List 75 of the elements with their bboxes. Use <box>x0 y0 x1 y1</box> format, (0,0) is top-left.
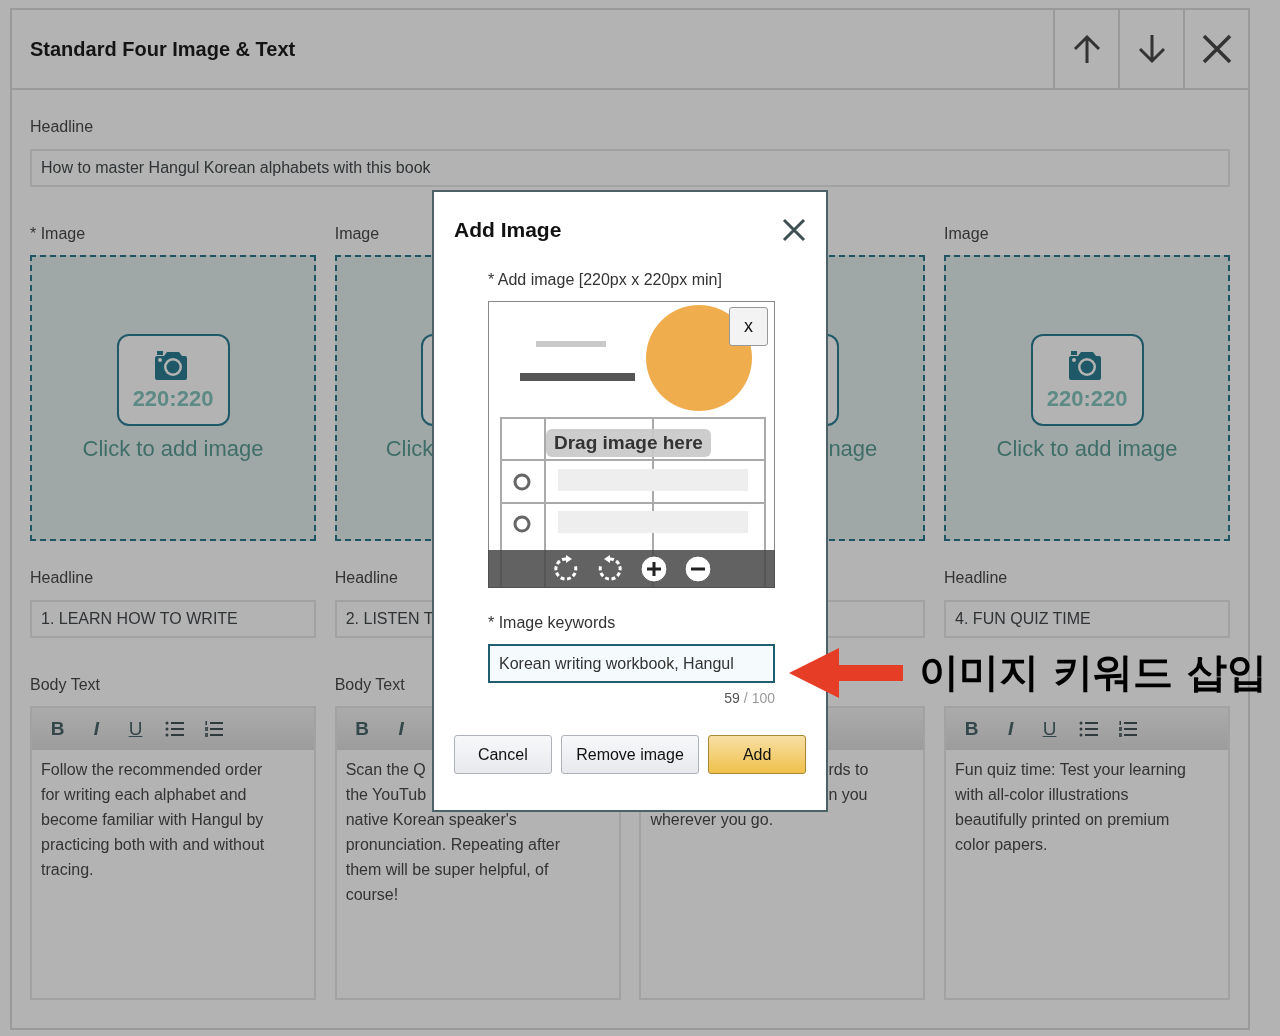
body-text: Scan the Q <box>345 760 427 780</box>
italic-button[interactable]: I <box>79 714 114 744</box>
cancel-button[interactable]: Cancel <box>454 735 552 774</box>
body-text: pronunciation. Repeating after <box>345 835 562 855</box>
headline-field[interactable]: 1. LEARN HOW TO WRITE <box>30 600 316 638</box>
body-text: course! <box>345 885 400 905</box>
remove-image-button[interactable]: x <box>729 307 768 346</box>
field-label: Headline <box>30 568 94 588</box>
minus-icon <box>684 555 712 583</box>
arrow-icon <box>789 647 903 698</box>
bold-button[interactable]: B <box>344 714 380 744</box>
ratio-text: 220:220 <box>1046 386 1128 412</box>
headline-field[interactable]: 4. FUN QUIZ TIME <box>944 600 1231 638</box>
body-text: become familiar with Hangul by <box>41 810 265 830</box>
ratio-text: 220:220 <box>132 386 214 412</box>
underline-button[interactable]: U <box>1032 714 1068 744</box>
bullet-list-icon <box>164 720 185 738</box>
field-label: Headline <box>30 117 95 137</box>
body-text: the YouTub <box>345 785 428 805</box>
zoom-in-button[interactable] <box>640 555 668 583</box>
italic-button[interactable]: I <box>993 714 1029 744</box>
field-label: Headline <box>334 568 398 588</box>
bold-button[interactable]: B <box>954 714 990 744</box>
body-text: rds to <box>828 760 870 780</box>
add-image-hint: Click <box>385 436 434 462</box>
body-text: for writing each alphabet and <box>41 785 248 805</box>
body-text: wherever you go. <box>650 810 775 830</box>
body-text-editor[interactable]: B I U Fun quiz time: Test your learning with all-color illustrations beautifully printed on premium color papers. <box>944 706 1231 1000</box>
body-text: with all-color illustrations <box>955 785 1130 805</box>
numbered-list-icon <box>203 720 224 738</box>
bullet-list-icon <box>1078 720 1099 738</box>
close-icon <box>782 218 806 242</box>
add-button[interactable]: Add <box>708 735 806 774</box>
field-label: Image <box>334 224 380 244</box>
body-text: native Korean speaker's <box>345 810 518 830</box>
body-text: beautifully printed on premium <box>955 810 1171 830</box>
field-label: * Add image [220px x 220px min] <box>488 270 723 290</box>
annotation-text: 이미지 키워드 삽입 <box>919 648 1267 697</box>
rotate-clockwise-icon <box>552 555 580 583</box>
body-text: Fun quiz time: Test your learning <box>955 760 1187 780</box>
keywords-input[interactable]: Korean writing workbook, Hangul <box>488 644 775 683</box>
zoom-out-button[interactable] <box>684 555 712 583</box>
field-label: Image <box>944 224 989 244</box>
close-button[interactable] <box>782 218 806 242</box>
body-text: them will be super helpful, of <box>345 860 550 880</box>
underline-button[interactable]: U <box>118 714 153 744</box>
module-title: Standard Four Image & Text <box>29 37 297 61</box>
rotate-counterclockwise-icon <box>596 555 624 583</box>
dialog-title: Add Image <box>454 218 562 242</box>
field-label: * Image <box>30 224 86 244</box>
add-image-hint: Click to add image <box>996 436 1178 462</box>
rotate-clockwise-button[interactable] <box>552 555 580 583</box>
body-text-editor[interactable]: B I U Follow the recommended order for writing each alphabet and become familiar with Hangul by practicing both with and without tracing. <box>30 706 316 1000</box>
plus-icon <box>640 555 668 583</box>
close-icon <box>1200 33 1233 65</box>
field-label: * Image keywords <box>488 613 617 633</box>
numbered-list-icon <box>1117 720 1138 738</box>
bold-button[interactable]: B <box>40 714 75 744</box>
character-count: 59 <box>724 689 740 707</box>
field-label: Headline <box>944 568 1008 588</box>
add-image-hint: nage <box>828 436 878 462</box>
body-text: tracing. <box>41 860 95 880</box>
body-text: color papers. <box>955 835 1049 855</box>
field-label: Body Text <box>30 675 100 695</box>
character-limit: / 100 <box>743 689 775 707</box>
rotate-counterclockwise-button[interactable] <box>596 555 624 583</box>
drag-hint: Drag image here <box>546 429 711 457</box>
body-text: practicing both with and without <box>41 835 266 855</box>
body-text: n you <box>828 785 869 805</box>
italic-button[interactable]: I <box>383 714 419 744</box>
headline-field[interactable]: How to master Hangul Korean alphabets with this book <box>30 149 1230 187</box>
remove-image-button[interactable]: Remove image <box>560 735 700 774</box>
body-text: Follow the recommended order <box>41 760 264 780</box>
field-label: Body Text <box>334 675 405 695</box>
add-image-hint: Click to add image <box>82 436 264 462</box>
